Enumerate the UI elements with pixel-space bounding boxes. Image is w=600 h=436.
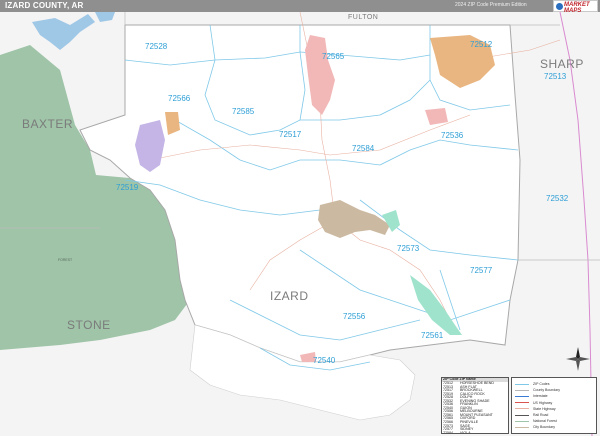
legend-key-item: State Highway	[515, 407, 556, 411]
legend-key-label: Interstate	[533, 394, 548, 399]
legend-key-item: US Highway	[515, 401, 552, 405]
map-legend-key: ZIP Codes County Boundary Interstate US Hig…	[511, 377, 597, 434]
zip-label-72573: 72573	[397, 244, 420, 253]
zip-label-72513: 72513	[544, 72, 567, 81]
zip-label-72561: 72561	[421, 331, 444, 340]
legend-swatch-icon	[515, 420, 529, 422]
zip-label-72565: 72565	[322, 52, 345, 61]
legend-key-label: US Highway	[533, 400, 553, 405]
legend-zip-name: VIOLA	[460, 430, 471, 434]
county-label-sharp: SHARP	[540, 57, 584, 71]
legend-swatch-icon	[515, 402, 529, 404]
map-canvas[interactable]	[0, 0, 600, 436]
county-label-izard: IZARD	[270, 289, 309, 303]
zip-label-72585: 72585	[232, 107, 255, 116]
legend-zip-code: 72584	[443, 430, 453, 434]
zip-label-72512: 72512	[470, 40, 493, 49]
legend-key-label: Rail Road	[533, 413, 549, 417]
legend-key-item: ZIP Codes	[515, 382, 549, 386]
zip-label-72532: 72532	[546, 194, 569, 203]
zip-label-72519: 72519	[116, 183, 139, 192]
legend-table-rows: 72512 HORSESHOE BEND 72513 ASH FLAT 72517 BRO…	[442, 381, 508, 434]
legend-swatch-icon	[515, 383, 529, 385]
legend-key-item: County Boundary	[515, 388, 560, 392]
zip-label-72577: 72577	[470, 266, 493, 275]
legend-swatch-icon	[515, 408, 529, 410]
legend-swatch-icon	[515, 395, 529, 397]
legend-key-item: Rail Road	[515, 413, 548, 417]
county-label-baxter: BAXTER	[22, 117, 74, 131]
legend-key-label: ZIP Codes	[533, 382, 550, 386]
legend-key-label: National Forest	[533, 419, 557, 424]
legend-key-label: State Highway	[533, 406, 556, 411]
zip-label-72517: 72517	[279, 130, 302, 139]
zip-label-72528: 72528	[145, 42, 168, 51]
legend-swatch-icon	[515, 426, 529, 428]
legend-swatch-icon	[515, 389, 529, 391]
zip-label-72540: 72540	[313, 356, 336, 365]
legend-table-row: 72584 VIOLA	[442, 430, 508, 434]
zip-label-72536: 72536	[441, 131, 464, 140]
legend-key-label: City Boundary	[533, 425, 555, 430]
legend-key-item: National Forest	[515, 419, 557, 423]
legend-key-item: City Boundary	[515, 425, 555, 429]
legend-key-label: County Boundary	[533, 388, 561, 393]
forest-label: FOREST	[58, 258, 73, 262]
legend-swatch-icon	[515, 414, 529, 416]
county-label-fulton: FULTON	[348, 14, 379, 21]
zip-label-72566: 72566	[168, 94, 191, 103]
zip-label-72584: 72584	[352, 144, 375, 153]
zip-label-72556: 72556	[343, 312, 366, 321]
legend-key-item: Interstate	[515, 394, 548, 398]
zip-legend-table: ZIP Code ZIP Name 72512 HORSESHOE BEND 725…	[441, 377, 509, 434]
county-label-stone: STONE	[67, 318, 111, 332]
